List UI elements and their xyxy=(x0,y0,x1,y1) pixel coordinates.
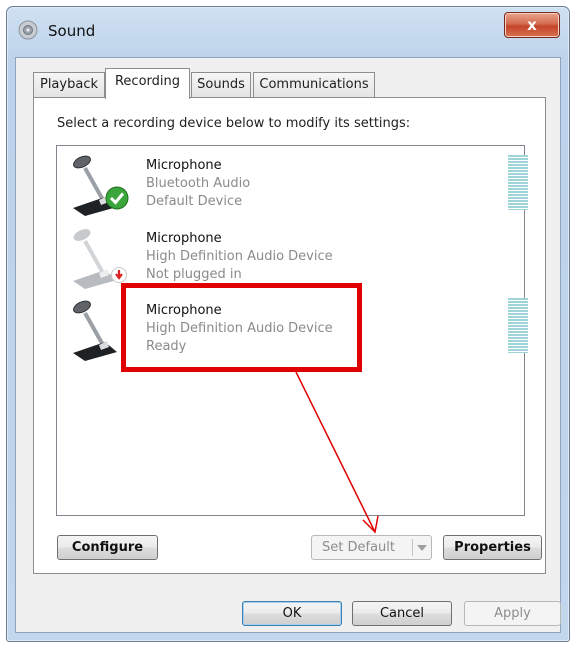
tab-sounds[interactable]: Sounds xyxy=(191,72,251,97)
set-default-label: Set Default xyxy=(322,540,395,555)
apply-button[interactable]: Apply xyxy=(464,601,561,626)
close-button[interactable]: x xyxy=(504,12,560,38)
device-name: Microphone xyxy=(146,158,222,173)
tab-recording[interactable]: Recording xyxy=(105,68,190,99)
tab-communications[interactable]: Communications xyxy=(253,72,375,97)
close-icon: x xyxy=(527,16,537,34)
level-meter xyxy=(508,298,528,353)
highlight-box xyxy=(121,283,362,372)
title-bar[interactable]: Sound x xyxy=(7,7,569,51)
device-item[interactable]: Microphone Bluetooth Audio Default Devic… xyxy=(57,148,528,218)
device-description: High Definition Audio Device xyxy=(146,249,333,264)
ok-button[interactable]: OK xyxy=(242,601,342,626)
properties-button[interactable]: Properties xyxy=(443,535,542,560)
check-badge-icon xyxy=(105,186,129,210)
window-title: Sound xyxy=(48,22,96,40)
set-default-button[interactable]: Set Default xyxy=(311,535,432,560)
speaker-icon xyxy=(18,20,38,40)
level-meter xyxy=(508,155,528,210)
device-status: Not plugged in xyxy=(146,267,242,282)
unplugged-badge-icon xyxy=(111,267,127,283)
device-item[interactable]: Microphone High Definition Audio Device … xyxy=(57,221,524,291)
device-status: Default Device xyxy=(146,194,243,209)
instruction-text: Select a recording device below to modif… xyxy=(57,116,411,131)
device-name: Microphone xyxy=(146,231,222,246)
device-description: Bluetooth Audio xyxy=(146,176,251,191)
split-separator xyxy=(412,539,413,556)
cancel-button[interactable]: Cancel xyxy=(352,601,452,626)
tab-playback[interactable]: Playback xyxy=(33,72,105,97)
chevron-down-icon[interactable] xyxy=(417,545,427,551)
configure-button[interactable]: Configure xyxy=(57,535,158,560)
